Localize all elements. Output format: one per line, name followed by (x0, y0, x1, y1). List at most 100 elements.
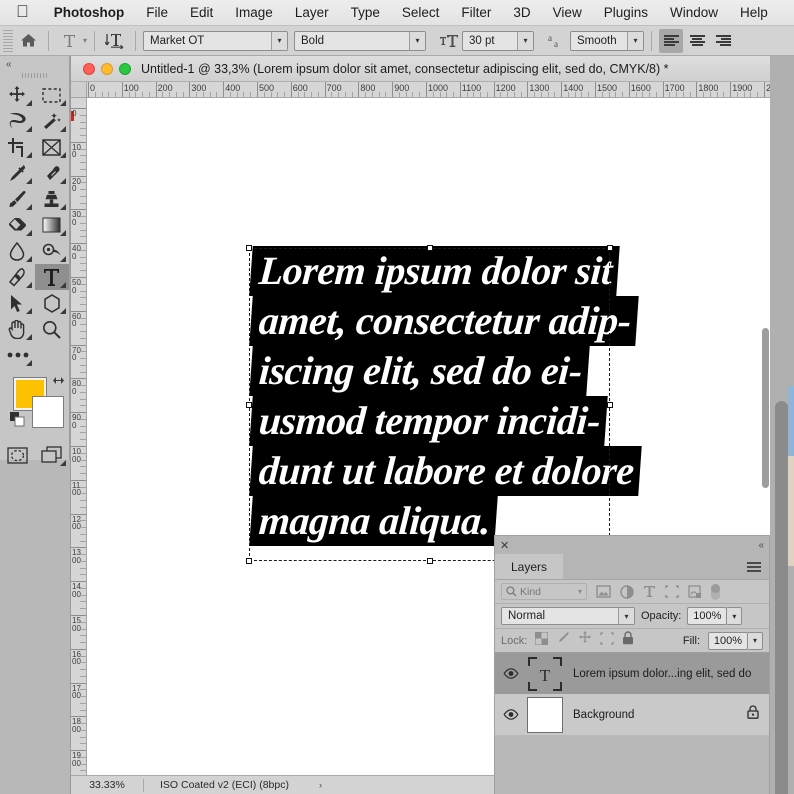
close-panel-icon[interactable]: ✕ (495, 539, 509, 552)
frame-tool[interactable] (35, 134, 70, 160)
font-size-select[interactable]: 30 pt ▾ (462, 30, 535, 51)
filter-kind-select[interactable]: Kind ▾ (501, 583, 587, 600)
chevron-down-icon[interactable]: ▾ (271, 31, 288, 50)
ruler-corner[interactable] (71, 82, 87, 97)
tab-layers[interactable]: Layers (495, 554, 564, 579)
eyedropper-tool[interactable] (0, 160, 35, 186)
eraser-tool[interactable] (0, 212, 35, 238)
menu-item-filter[interactable]: Filter (450, 5, 502, 20)
close-button[interactable] (83, 62, 95, 75)
lasso-tool[interactable] (0, 108, 35, 134)
font-family-select[interactable]: Market OT ▾ (143, 30, 289, 51)
layer-name[interactable]: Lorem ipsum dolor...ing elit, sed do (563, 668, 751, 680)
vertical-ruler[interactable]: 0 100 200 300 400 500 600 700 800 900 1000 1100 1200… (71, 98, 87, 794)
layer-name[interactable]: Background (563, 709, 634, 721)
fill-input[interactable]: 100% (708, 631, 748, 650)
zoom-tool[interactable] (35, 316, 70, 342)
menu-item-edit[interactable]: Edit (179, 5, 224, 20)
chevron-down-icon[interactable]: ▾ (627, 31, 644, 50)
tools-panel-grip[interactable] (21, 73, 48, 78)
document-title-bar[interactable]: Untitled-1 @ 33,3% (Lorem ipsum dolor si… (71, 56, 770, 82)
move-tool[interactable] (0, 82, 35, 108)
blend-mode-select[interactable]: Normal ▾ (501, 607, 635, 625)
shape-tool[interactable] (35, 290, 70, 316)
align-right-button[interactable] (711, 29, 735, 53)
menu-item-view[interactable]: View (542, 5, 593, 20)
menu-item-3d[interactable]: 3D (502, 5, 541, 20)
dodge-tool[interactable] (35, 238, 70, 264)
healing-brush-tool[interactable] (35, 160, 70, 186)
filter-shape-icon[interactable] (665, 585, 679, 598)
layer-visibility-icon[interactable] (495, 709, 527, 720)
anti-aliasing-select[interactable]: Smooth ▾ (570, 30, 645, 51)
menu-item-layer[interactable]: Layer (284, 5, 340, 20)
scrollbar-thumb[interactable] (775, 401, 788, 794)
lock-all-icon[interactable] (622, 631, 634, 650)
magic-wand-tool[interactable] (35, 108, 70, 134)
menu-item-photoshop[interactable]: Photoshop (43, 5, 136, 20)
align-left-button[interactable] (659, 28, 684, 53)
filter-pixel-icon[interactable] (596, 585, 611, 598)
zoom-level[interactable]: 33.33% (71, 779, 143, 791)
layer-visibility-icon[interactable] (495, 668, 527, 679)
filter-toggle[interactable] (711, 583, 720, 600)
white-layer-thumbnail[interactable] (527, 696, 563, 733)
minimize-button[interactable] (101, 62, 113, 75)
filter-smart-object-icon[interactable] (688, 584, 702, 599)
type-tool[interactable] (34, 264, 69, 290)
chevron-down-icon[interactable]: ▾ (83, 36, 87, 45)
options-bar-grip[interactable] (3, 29, 13, 52)
chevron-down-icon[interactable]: ▾ (618, 608, 634, 624)
filter-type-icon[interactable] (643, 585, 656, 598)
menu-item-type[interactable]: Type (340, 5, 391, 20)
chevron-down-icon[interactable]: ▾ (578, 587, 582, 596)
panel-menu-icon[interactable] (747, 562, 761, 572)
status-chevron-icon[interactable]: › (289, 780, 322, 790)
hand-tool[interactable] (0, 316, 35, 342)
type-layer-thumbnail[interactable]: T (527, 656, 563, 692)
text-artwork[interactable]: Lorem ipsum dolor sit amet, consectetur … (249, 246, 642, 546)
gradient-tool[interactable] (35, 212, 70, 238)
font-style-select[interactable]: Bold ▾ (294, 30, 427, 51)
scrollbar-thumb[interactable] (762, 328, 769, 488)
align-center-button[interactable] (685, 29, 709, 53)
table-row[interactable]: Background (495, 694, 769, 735)
menu-item-select[interactable]: Select (391, 5, 451, 20)
collapse-panel-icon[interactable]: « (758, 540, 763, 551)
menu-item-file[interactable]: File (135, 5, 179, 20)
text-orientation-icon[interactable] (102, 29, 128, 53)
layers-panel-header[interactable]: ✕ « (495, 536, 769, 554)
lock-image-pixels-icon[interactable] (556, 631, 570, 650)
clone-stamp-tool[interactable] (35, 186, 70, 212)
swap-colors-icon[interactable] (52, 374, 65, 390)
quick-mask-icon[interactable] (0, 442, 35, 468)
collapse-panel-icon[interactable]: « (0, 56, 69, 70)
menu-item-help[interactable]: Help (729, 5, 779, 20)
type-tool-preset-icon[interactable] (56, 29, 82, 53)
rectangular-marquee-tool[interactable] (35, 82, 70, 108)
filter-adjustment-icon[interactable] (620, 584, 634, 599)
chevron-down-icon[interactable]: ▾ (409, 31, 426, 50)
opacity-input[interactable]: 100% (687, 607, 728, 625)
home-icon[interactable] (15, 29, 41, 53)
chevron-down-icon[interactable]: ▾ (517, 31, 534, 50)
opacity-stepper[interactable]: ▾ (727, 607, 743, 625)
path-selection-tool[interactable] (0, 290, 35, 316)
lock-transparent-pixels-icon[interactable] (534, 630, 549, 650)
screen-mode-icon[interactable] (35, 442, 70, 468)
lock-artboard-nesting-icon[interactable] (600, 631, 614, 650)
fill-stepper[interactable]: ▾ (748, 631, 763, 650)
horizontal-ruler[interactable]: 0 100 200 300 400 500 600 700 800 900 1000 1100 1200… (71, 82, 771, 98)
menu-item-image[interactable]: Image (224, 5, 284, 20)
table-row[interactable]: T Lorem ipsum dolor...ing elit, sed do (495, 653, 769, 694)
blur-tool[interactable] (0, 238, 35, 264)
brush-tool[interactable] (0, 186, 35, 212)
menu-item-window[interactable]: Window (659, 5, 729, 20)
background-color-swatch[interactable] (32, 396, 64, 428)
window-vertical-scrollbar[interactable] (770, 56, 794, 794)
default-colors-icon[interactable] (10, 412, 25, 432)
maximize-button[interactable] (119, 62, 131, 75)
edit-toolbar-tool[interactable] (0, 342, 35, 368)
lock-position-icon[interactable] (578, 631, 592, 650)
crop-tool[interactable] (0, 134, 35, 160)
